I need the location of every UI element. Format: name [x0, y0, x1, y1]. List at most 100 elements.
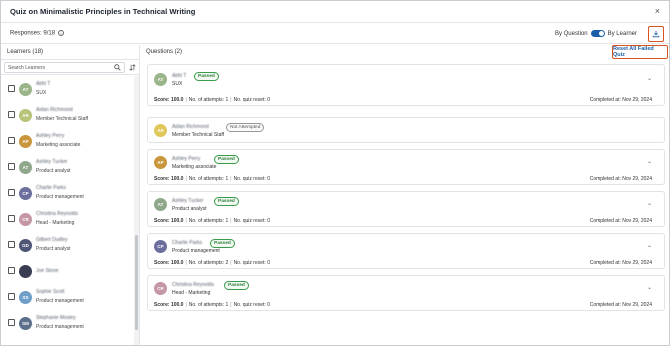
reset-value: 0	[267, 260, 270, 266]
score-label: Score:	[154, 176, 170, 182]
status-badge: Passed	[224, 281, 249, 290]
chevron-down-icon[interactable]: ⌄	[647, 242, 652, 249]
completed-date: Nov 29, 2024	[622, 97, 652, 103]
questions-label: Questions	[146, 49, 174, 55]
learner-list-item[interactable]: AT Ashley Tucker Product analyst	[1, 154, 133, 180]
reset-label: No. quiz reset:	[233, 218, 266, 224]
score-value: 100.0	[170, 302, 184, 308]
completed-at: Completed at: Nov 29, 2024	[590, 218, 652, 224]
responses-bar: Responses: 9/18 i By Question By Learner	[1, 24, 669, 44]
learner-checkbox[interactable]	[8, 267, 15, 274]
learner-checkbox[interactable]	[8, 293, 15, 300]
avatar: SM	[19, 316, 32, 330]
learner-name: Joe Stone	[36, 268, 59, 274]
learner-role: Product management	[172, 248, 220, 254]
learner-response-card[interactable]: AP Ashley Perry Passed Marketing associate ⌄…	[147, 149, 665, 185]
learner-list-item[interactable]: AT Abhi T SUX	[1, 76, 133, 102]
chevron-down-icon[interactable]: ⌄	[647, 200, 652, 207]
learner-role: SUX	[172, 81, 183, 87]
status-badge: Passed	[210, 239, 235, 248]
learners-heading: Learners (18)	[1, 45, 139, 60]
learner-name: Christina Reynolds	[36, 211, 78, 217]
download-button[interactable]	[648, 26, 664, 42]
learner-list-item[interactable]: SM Stephanie Mosley Product management	[1, 310, 133, 336]
score-row: Score: 100.0 | No. of attempts: 1 | No. quiz…	[154, 302, 270, 308]
learner-response-card[interactable]: CR Christina Reynolds Passed Head - Marketi…	[147, 275, 665, 311]
avatar: AT	[19, 82, 32, 96]
avatar: GD	[19, 238, 32, 252]
completed-label: Completed at:	[589, 97, 621, 103]
avatar: AP	[154, 156, 167, 169]
learner-list-item[interactable]: GD Gilbert Dudley Product analyst	[1, 232, 133, 258]
reset-label: No. quiz reset:	[233, 97, 266, 103]
completed-label: Completed at:	[589, 302, 621, 308]
learner-checkbox[interactable]	[8, 85, 15, 92]
sort-icon[interactable]	[129, 64, 136, 71]
chevron-down-icon[interactable]: ⌄	[647, 158, 652, 165]
dialog-title: Quiz on Minimalistic Principles in Techn…	[10, 7, 196, 16]
attempts-label: No. of attempts:	[188, 97, 225, 103]
download-icon	[652, 30, 660, 38]
attempts-label: No. of attempts:	[188, 302, 225, 308]
score-row: Score: 100.0 | No. of attempts: 1 | No. quiz…	[154, 97, 270, 103]
learner-checkbox[interactable]	[8, 137, 15, 144]
learner-list-item[interactable]: CR Christina Reynolds Head - Marketing	[1, 206, 133, 232]
quiz-responses-dialog: Quiz on Minimalistic Principles in Techn…	[0, 0, 670, 346]
view-toggle-switch[interactable]	[590, 30, 605, 37]
close-icon[interactable]: ×	[655, 6, 660, 16]
dialog-header: Quiz on Minimalistic Principles in Techn…	[1, 1, 669, 23]
questions-panel: Questions (2) Reset All Failed Quiz AT Ab…	[141, 45, 669, 345]
avatar	[19, 264, 32, 278]
avatar: AP	[19, 134, 32, 148]
avatar: AR	[19, 108, 32, 122]
score-value: 100.0	[170, 260, 184, 266]
learner-name: Christina Reynolds	[172, 282, 214, 288]
attempts-label: No. of attempts:	[188, 260, 225, 266]
view-toggle: By Question By Learner	[555, 30, 637, 37]
learner-response-card[interactable]: CP Charlie Parks Passed Product management ⌄…	[147, 233, 665, 269]
avatar: CR	[154, 282, 167, 295]
completed-label: Completed at:	[589, 218, 621, 224]
learner-name: Charlie Parks	[36, 185, 67, 191]
learner-checkbox[interactable]	[8, 189, 15, 196]
learner-list-item[interactable]: AP Ashley Perry Marketing associate	[1, 128, 133, 154]
completed-date: Nov 29, 2024	[622, 302, 652, 308]
chevron-down-icon[interactable]: ⌄	[647, 284, 652, 291]
avatar: AT	[19, 160, 32, 174]
attempts-label: No. of attempts:	[188, 176, 225, 182]
learners-count: (18)	[32, 49, 44, 55]
reset-value: 0	[267, 218, 270, 224]
learner-name: Ashley Tucker	[36, 159, 68, 165]
learner-list-item[interactable]: Joe Stone	[1, 258, 133, 284]
learner-search-row	[1, 60, 139, 75]
learner-role: Product analyst	[36, 168, 71, 174]
learner-scrollbar-thumb[interactable]	[135, 235, 138, 330]
learner-checkbox[interactable]	[8, 163, 15, 170]
learner-checkbox[interactable]	[8, 319, 15, 326]
status-badge: Not Attempted	[226, 123, 265, 132]
info-icon[interactable]: i	[58, 30, 65, 36]
learners-label: Learners	[7, 49, 31, 55]
avatar: AR	[154, 124, 167, 137]
learner-role: Product management	[36, 324, 84, 330]
avatar: AT	[154, 73, 167, 86]
search-learners-input[interactable]	[4, 62, 125, 73]
score-row: Score: 100.0 | No. of attempts: 1 | No. quiz…	[154, 176, 270, 182]
avatar: AT	[154, 198, 167, 211]
reset-all-failed-quiz-button[interactable]: Reset All Failed Quiz	[612, 45, 668, 59]
learner-name: Aidan Richmond	[172, 124, 209, 130]
learner-response-card[interactable]: AT Abhi T Passed SUX ⌄ Score: 100.0 | No. of at…	[147, 64, 665, 106]
learner-checkbox[interactable]	[8, 215, 15, 222]
chevron-down-icon[interactable]: ⌄	[647, 75, 652, 82]
completed-at: Completed at: Nov 29, 2024	[590, 302, 652, 308]
learner-role: Product analyst	[172, 206, 207, 212]
learner-role: Head - Marketing	[172, 290, 211, 296]
learner-checkbox[interactable]	[8, 241, 15, 248]
learner-list-item[interactable]: AR Aidan Richmond Member Technical Staff	[1, 102, 133, 128]
learner-list-item[interactable]: CP Charlie Parks Product management	[1, 180, 133, 206]
learners-panel: Learners (18) AT Abhi T SUX AR Aidan Richmon…	[1, 45, 140, 345]
learner-list-item[interactable]: SS Sophie Scott Product management	[1, 284, 133, 310]
learner-response-card[interactable]: AT Ashley Tucker Passed Product analyst ⌄ Sco…	[147, 191, 665, 227]
learner-checkbox[interactable]	[8, 111, 15, 118]
learner-role: Product analyst	[36, 246, 71, 252]
